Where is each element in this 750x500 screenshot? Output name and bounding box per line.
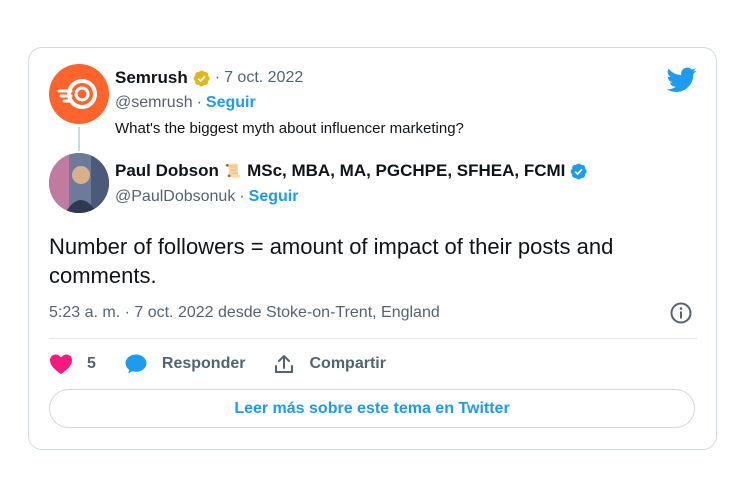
separator-dot: · bbox=[196, 94, 202, 111]
quoted-header: Semrush · 7 oct. 2022 bbox=[115, 68, 303, 88]
reply-author-name[interactable]: Paul Dobson bbox=[115, 161, 219, 181]
diploma-icon: 📜 bbox=[224, 163, 242, 178]
quoted-date[interactable]: 7 oct. 2022 bbox=[224, 69, 303, 87]
separator-dot: · bbox=[214, 69, 221, 86]
tweet-timestamp[interactable]: 5:23 a. m. · 7 oct. 2022 desde Stoke-on-… bbox=[49, 304, 440, 322]
reply-handle[interactable]: @PaulDobsonuk bbox=[115, 188, 235, 206]
read-more-button[interactable]: Leer más sobre este tema en Twitter bbox=[49, 389, 695, 428]
action-bar: 5 Responder Compartir bbox=[49, 350, 414, 378]
verified-blue-icon bbox=[570, 163, 588, 179]
tweet-body-text: Number of followers = amount of impact o… bbox=[49, 234, 614, 288]
separator-dot: · bbox=[239, 188, 245, 205]
reply-icon bbox=[125, 354, 147, 374]
follow-paul-button[interactable]: Seguir bbox=[249, 188, 299, 206]
quoted-handle[interactable]: @semrush bbox=[115, 94, 193, 112]
reply-header: Paul Dobson 📜 MSc, MBA, MA, PGCHPE, SFHE… bbox=[115, 161, 588, 181]
verified-gold-icon bbox=[193, 70, 210, 86]
quoted-handle-row: @semrush · Seguir bbox=[115, 94, 256, 112]
info-icon[interactable] bbox=[669, 301, 693, 325]
paul-avatar[interactable] bbox=[49, 153, 109, 213]
share-label: Compartir bbox=[309, 355, 386, 372]
tweet-card: Semrush · 7 oct. 2022 @semrush · Seguir … bbox=[28, 47, 717, 450]
thread-connector bbox=[78, 127, 80, 151]
share-button[interactable]: Compartir bbox=[273, 353, 386, 375]
twitter-logo-icon[interactable] bbox=[667, 67, 697, 93]
semrush-avatar[interactable] bbox=[49, 64, 109, 124]
share-icon bbox=[275, 355, 294, 373]
like-button[interactable]: 5 bbox=[49, 353, 96, 375]
reply-label: Responder bbox=[161, 355, 246, 372]
divider bbox=[49, 338, 697, 339]
quoted-tweet-text: What's the biggest myth about influencer… bbox=[115, 120, 464, 137]
heart-icon bbox=[50, 354, 72, 374]
semrush-logo-icon bbox=[57, 79, 97, 109]
profile-photo bbox=[49, 153, 109, 213]
like-count: 5 bbox=[87, 355, 96, 372]
follow-semrush-button[interactable]: Seguir bbox=[206, 94, 256, 112]
quoted-author-name[interactable]: Semrush bbox=[115, 68, 188, 88]
reply-author-credentials[interactable]: MSc, MBA, MA, PGCHPE, SFHEA, FCMI bbox=[247, 161, 565, 181]
reply-handle-row: @PaulDobsonuk · Seguir bbox=[115, 188, 298, 206]
reply-button[interactable]: Responder bbox=[124, 353, 246, 375]
